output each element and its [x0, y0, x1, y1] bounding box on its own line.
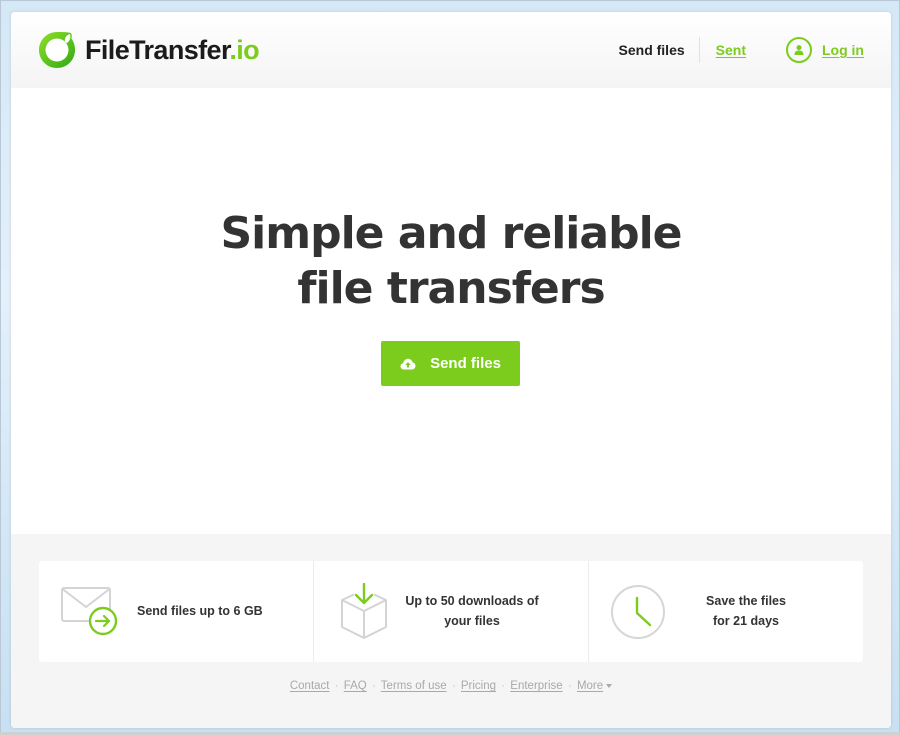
caret-down-icon [606, 683, 613, 688]
features-panel: Send files up to 6 GB Up to 50 downloads… [39, 561, 863, 662]
footer-separator: · [371, 680, 376, 692]
footer-link-terms[interactable]: Terms of use [381, 680, 447, 692]
box-download-icon [341, 583, 387, 639]
footer-separator: · [501, 680, 506, 692]
feature-download-limit-line1: Up to 50 downloads of [405, 594, 539, 608]
feature-download-limit: Up to 50 downloads of your files [313, 561, 588, 662]
logo[interactable]: FileTransfer.io [37, 30, 260, 70]
main-nav: Send files Sent Log in [619, 12, 864, 88]
footer-separator: · [451, 680, 456, 692]
footer-separator: · [567, 680, 572, 692]
hero-title-line1: Simple and reliable [220, 208, 682, 259]
footer-separator: · [334, 680, 339, 692]
user-icon [786, 37, 812, 63]
page-container: FileTransfer.io Send files Sent Log in S… [11, 12, 891, 728]
feature-retention-line2: for 21 days [712, 614, 779, 628]
envelope-arrow-icon [61, 587, 118, 636]
site-header: FileTransfer.io Send files Sent Log in [11, 12, 891, 88]
login-label[interactable]: Log in [822, 42, 864, 58]
feature-retention: Save the files for 21 days [588, 561, 863, 662]
send-files-button[interactable]: Send files [381, 341, 520, 386]
clock-icon [611, 585, 665, 639]
nav-sent-link[interactable]: Sent [716, 42, 746, 58]
brand-tld: .io [229, 34, 260, 65]
feature-download-limit-line2: your files [444, 614, 500, 628]
feature-retention-line1: Save the files [706, 594, 786, 608]
footer-link-pricing[interactable]: Pricing [461, 680, 496, 692]
hero-title: Simple and reliable file transfers [11, 206, 891, 316]
feature-size-limit: Send files up to 6 GB [39, 561, 313, 662]
hero-title-line2: file transfers [297, 263, 605, 314]
footer-link-more[interactable]: More [577, 680, 603, 692]
login-link[interactable]: Log in [786, 37, 864, 63]
footer-links: Contact · FAQ · Terms of use · Pricing ·… [11, 680, 891, 692]
features-section: Send files up to 6 GB Up to 50 downloads… [11, 534, 891, 728]
footer-link-faq[interactable]: FAQ [344, 680, 367, 692]
leaf-ring-icon [39, 32, 75, 68]
footer-link-enterprise[interactable]: Enterprise [510, 680, 562, 692]
nav-send-files-link[interactable]: Send files [619, 42, 699, 58]
nav-divider [698, 37, 700, 63]
footer-more-menu[interactable]: More [577, 680, 613, 692]
logo-text: FileTransfer.io [85, 34, 260, 66]
footer-link-contact[interactable]: Contact [290, 680, 330, 692]
feature-size-limit-text: Send files up to 6 GB [137, 604, 263, 618]
hero-section: Simple and reliable file transfers Send … [11, 88, 891, 534]
cloud-upload-icon [400, 358, 416, 370]
brand-name: FileTransfer [85, 34, 230, 65]
send-files-button-label: Send files [430, 355, 501, 372]
